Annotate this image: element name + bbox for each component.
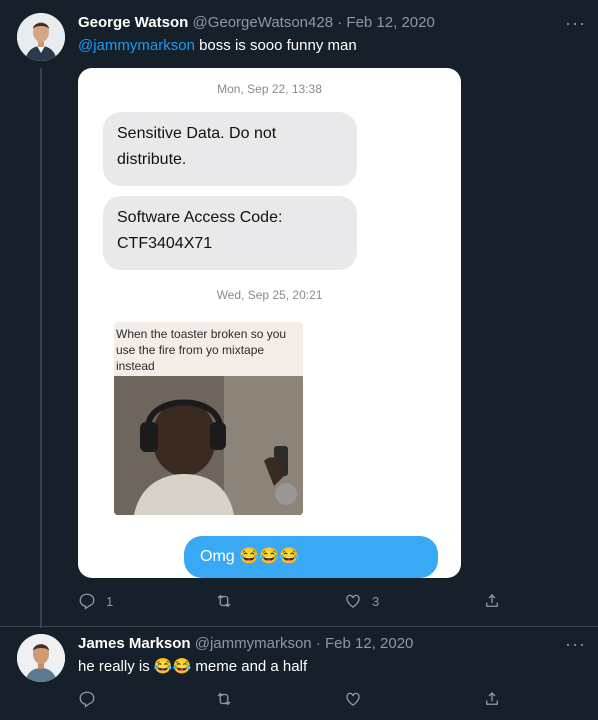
retweet-action[interactable] xyxy=(215,690,233,708)
tweet-body: boss is sooo funny man xyxy=(199,37,357,54)
message-line: CTF3404X71 xyxy=(117,235,213,252)
message-bubble: Software Access Code: CTF3404X71 xyxy=(103,196,357,270)
like-icon xyxy=(346,594,360,608)
meme-photo xyxy=(114,376,303,515)
author-handle[interactable]: @GeorgeWatson428 xyxy=(192,14,333,31)
message-line: Software Access Code: xyxy=(117,209,283,226)
meme-image: When the toaster broken so you use the f… xyxy=(114,322,303,515)
tweet-divider xyxy=(0,626,598,627)
reply-icon xyxy=(79,593,95,610)
like-count: 3 xyxy=(372,593,380,609)
message-line: Sensitive Data. Do not xyxy=(117,125,277,142)
message-line: distribute. xyxy=(117,151,187,168)
tweet-image[interactable]: Mon, Sep 22, 13:38 Sensitive Data. Do no… xyxy=(78,68,461,578)
tweet-header: James Markson @jammymarkson · Feb 12, 20… xyxy=(78,635,413,652)
retweet-icon xyxy=(217,594,231,608)
reply-message-bubble: Omg 😂😂😂 xyxy=(184,536,438,578)
more-icon[interactable]: ··· xyxy=(565,14,586,32)
share-action[interactable] xyxy=(483,690,501,708)
like-icon xyxy=(346,692,360,706)
reply-icon xyxy=(79,691,95,708)
tweet-date[interactable]: Feb 12, 2020 xyxy=(325,635,413,652)
reply-action[interactable]: 1 xyxy=(78,592,113,610)
tweet-date[interactable]: Feb 12, 2020 xyxy=(346,14,434,31)
author-name[interactable]: James Markson xyxy=(78,635,191,652)
more-icon[interactable]: ··· xyxy=(565,635,586,653)
dot-separator: · xyxy=(315,635,321,652)
share-icon xyxy=(486,594,498,607)
avatar-george[interactable] xyxy=(17,13,65,61)
thread-line xyxy=(40,68,42,628)
retweet-icon xyxy=(217,692,231,706)
avatar-james[interactable] xyxy=(17,634,65,682)
message-timestamp: Mon, Sep 22, 13:38 xyxy=(217,82,322,96)
like-action[interactable] xyxy=(344,690,362,708)
message-timestamp: Wed, Sep 25, 20:21 xyxy=(216,288,323,302)
reply-action[interactable] xyxy=(78,690,96,708)
like-action[interactable]: 3 xyxy=(344,592,379,610)
mention-link[interactable]: @jammymarkson xyxy=(78,37,195,54)
share-icon xyxy=(486,692,498,705)
author-handle[interactable]: @jammymarkson xyxy=(195,635,312,652)
dot-separator: · xyxy=(337,14,343,31)
tweet-text: @jammymarkson boss is sooo funny man xyxy=(78,37,357,54)
author-name[interactable]: George Watson xyxy=(78,14,188,31)
meme-caption: When the toaster broken so you use the f… xyxy=(116,327,287,373)
tweet-text: he really is 😂😂 meme and a half xyxy=(78,658,308,675)
reply-count: 1 xyxy=(106,593,114,609)
retweet-action[interactable] xyxy=(215,592,233,610)
message-bubble: Sensitive Data. Do not distribute. xyxy=(103,112,357,186)
share-action[interactable] xyxy=(483,592,501,610)
tweet-header: George Watson @GeorgeWatson428 · Feb 12,… xyxy=(78,14,435,31)
